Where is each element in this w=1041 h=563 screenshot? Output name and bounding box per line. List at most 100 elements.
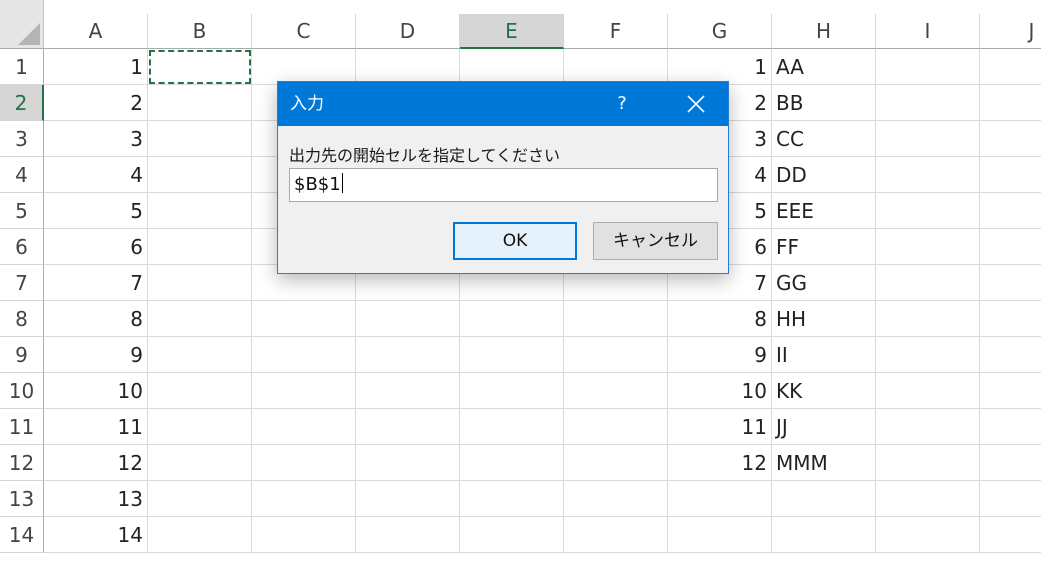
cell-b8[interactable]: [148, 301, 252, 337]
row-header-2[interactable]: 2: [0, 85, 44, 121]
cell-e13[interactable]: [460, 481, 564, 517]
column-header-h[interactable]: H: [772, 14, 876, 49]
cell-e9[interactable]: [460, 337, 564, 373]
cell-b9[interactable]: [148, 337, 252, 373]
cell-i12[interactable]: [876, 445, 980, 481]
cell-f11[interactable]: [564, 409, 668, 445]
cell-j4[interactable]: [980, 157, 1041, 193]
cell-f1[interactable]: [564, 49, 668, 85]
cell-i9[interactable]: [876, 337, 980, 373]
cell-g11[interactable]: 11: [668, 409, 772, 445]
cell-g10[interactable]: 10: [668, 373, 772, 409]
cell-d12[interactable]: [356, 445, 460, 481]
cell-b13[interactable]: [148, 481, 252, 517]
cell-i11[interactable]: [876, 409, 980, 445]
cell-b11[interactable]: [148, 409, 252, 445]
cell-a7[interactable]: 7: [44, 265, 148, 301]
cell-h1[interactable]: AA: [772, 49, 876, 85]
cell-e10[interactable]: [460, 373, 564, 409]
column-header-g[interactable]: G: [668, 14, 772, 49]
row-header-4[interactable]: 4: [0, 157, 44, 193]
ok-button[interactable]: OK: [453, 222, 577, 260]
cell-h9[interactable]: II: [772, 337, 876, 373]
cell-h5[interactable]: EEE: [772, 193, 876, 229]
row-header-1[interactable]: 1: [0, 49, 44, 85]
cell-i7[interactable]: [876, 265, 980, 301]
cell-f12[interactable]: [564, 445, 668, 481]
cell-a14[interactable]: 14: [44, 517, 148, 553]
cell-e11[interactable]: [460, 409, 564, 445]
cell-g14[interactable]: [668, 517, 772, 553]
cell-j2[interactable]: [980, 85, 1041, 121]
cell-g1[interactable]: 1: [668, 49, 772, 85]
cell-a6[interactable]: 6: [44, 229, 148, 265]
cell-b6[interactable]: [148, 229, 252, 265]
column-header-i[interactable]: I: [876, 14, 980, 49]
cell-j12[interactable]: [980, 445, 1041, 481]
cell-i2[interactable]: [876, 85, 980, 121]
cell-d8[interactable]: [356, 301, 460, 337]
cell-b14[interactable]: [148, 517, 252, 553]
cell-c10[interactable]: [252, 373, 356, 409]
cell-a10[interactable]: 10: [44, 373, 148, 409]
cell-a12[interactable]: 12: [44, 445, 148, 481]
cell-j8[interactable]: [980, 301, 1041, 337]
cell-c9[interactable]: [252, 337, 356, 373]
column-header-f[interactable]: F: [564, 14, 668, 49]
close-button[interactable]: [670, 82, 722, 126]
help-button[interactable]: ?: [596, 82, 648, 126]
cell-g8[interactable]: 8: [668, 301, 772, 337]
cell-f10[interactable]: [564, 373, 668, 409]
cell-h14[interactable]: [772, 517, 876, 553]
cell-g12[interactable]: 12: [668, 445, 772, 481]
cell-e14[interactable]: [460, 517, 564, 553]
cell-b10[interactable]: [148, 373, 252, 409]
column-header-j[interactable]: J: [980, 14, 1041, 49]
cell-h10[interactable]: KK: [772, 373, 876, 409]
cell-j1[interactable]: [980, 49, 1041, 85]
cell-i6[interactable]: [876, 229, 980, 265]
cell-h3[interactable]: CC: [772, 121, 876, 157]
cell-d10[interactable]: [356, 373, 460, 409]
cell-h6[interactable]: FF: [772, 229, 876, 265]
select-all-corner[interactable]: [0, 0, 44, 49]
cell-b3[interactable]: [148, 121, 252, 157]
cell-i8[interactable]: [876, 301, 980, 337]
cell-e8[interactable]: [460, 301, 564, 337]
cell-c13[interactable]: [252, 481, 356, 517]
column-header-a[interactable]: A: [44, 14, 148, 49]
cell-a4[interactable]: 4: [44, 157, 148, 193]
cell-h11[interactable]: JJ: [772, 409, 876, 445]
cell-a13[interactable]: 13: [44, 481, 148, 517]
cell-b7[interactable]: [148, 265, 252, 301]
row-header-9[interactable]: 9: [0, 337, 44, 373]
cell-d9[interactable]: [356, 337, 460, 373]
cell-c8[interactable]: [252, 301, 356, 337]
cell-g9[interactable]: 9: [668, 337, 772, 373]
row-header-10[interactable]: 10: [0, 373, 44, 409]
cell-i14[interactable]: [876, 517, 980, 553]
cell-f9[interactable]: [564, 337, 668, 373]
cell-h12[interactable]: MMM: [772, 445, 876, 481]
row-header-13[interactable]: 13: [0, 481, 44, 517]
cell-c1[interactable]: [252, 49, 356, 85]
cell-f8[interactable]: [564, 301, 668, 337]
cell-b4[interactable]: [148, 157, 252, 193]
column-header-d[interactable]: D: [356, 14, 460, 49]
cell-j3[interactable]: [980, 121, 1041, 157]
cell-i13[interactable]: [876, 481, 980, 517]
cell-c11[interactable]: [252, 409, 356, 445]
column-header-e[interactable]: E: [460, 14, 564, 49]
cell-h13[interactable]: [772, 481, 876, 517]
cell-a8[interactable]: 8: [44, 301, 148, 337]
cell-a2[interactable]: 2: [44, 85, 148, 121]
cell-d13[interactable]: [356, 481, 460, 517]
row-header-14[interactable]: 14: [0, 517, 44, 553]
row-header-3[interactable]: 3: [0, 121, 44, 157]
cell-e1[interactable]: [460, 49, 564, 85]
cell-j5[interactable]: [980, 193, 1041, 229]
cell-d14[interactable]: [356, 517, 460, 553]
row-header-7[interactable]: 7: [0, 265, 44, 301]
cell-h2[interactable]: BB: [772, 85, 876, 121]
cell-f13[interactable]: [564, 481, 668, 517]
